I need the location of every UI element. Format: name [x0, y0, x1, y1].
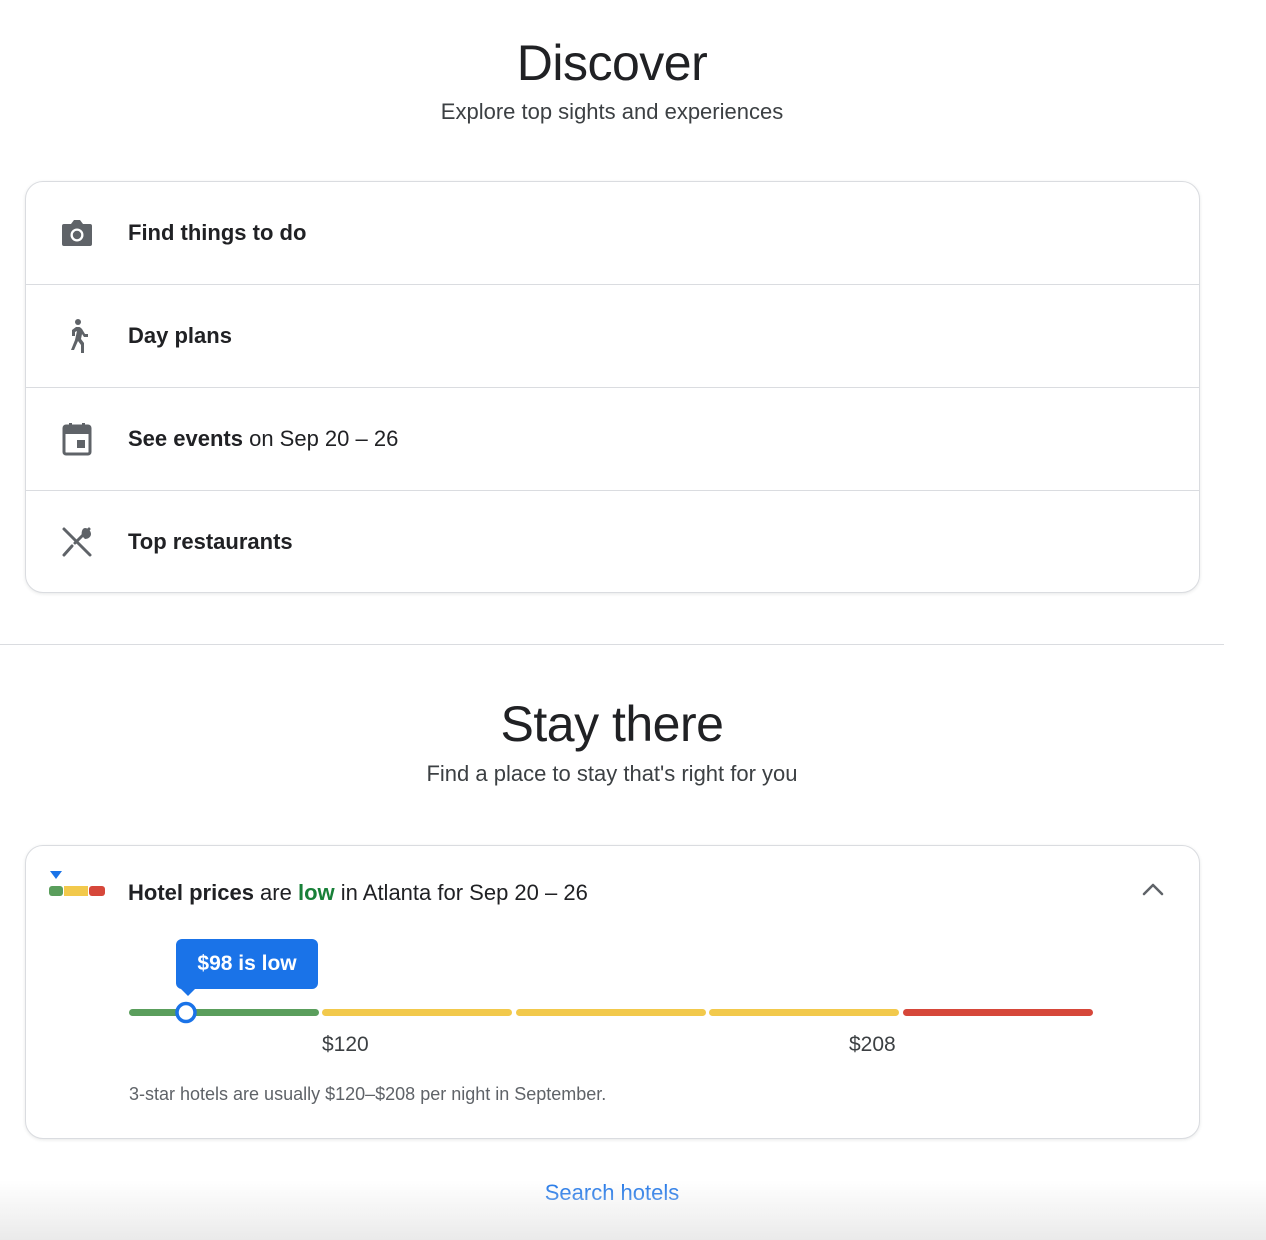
price-bar-typical-segment-3: [709, 1009, 899, 1016]
find-things-to-do-row[interactable]: Find things to do: [26, 182, 1199, 285]
typical-low-price-label: $120: [322, 1033, 369, 1056]
section-divider: [0, 644, 1224, 645]
current-price-marker: [175, 1001, 197, 1024]
price-bar-typical-segment-1: [322, 1009, 512, 1016]
hotel-prices-header: Hotel prices are low in Atlanta for Sep …: [128, 880, 588, 905]
stay-title: Stay there: [500, 696, 724, 752]
discover-card: Find things to do Day plans See events o…: [25, 181, 1200, 593]
discover-title: Discover: [516, 35, 708, 91]
typical-high-price-label: $208: [849, 1033, 896, 1056]
price-tooltip: $98 is low: [176, 939, 318, 989]
price-range-bar: [129, 1001, 1093, 1024]
calendar-event-icon: [59, 421, 95, 457]
price-bar-low-segment: [129, 1009, 319, 1016]
collapse-chevron-icon[interactable]: [1142, 882, 1164, 901]
see-events-row[interactable]: See events on Sep 20 – 26: [26, 388, 1199, 491]
hotel-price-note: 3-star hotels are usually $120–$208 per …: [129, 1084, 607, 1104]
price-bar-typical-segment-2: [516, 1009, 706, 1016]
discover-subtitle: Explore top sights and experiences: [440, 99, 784, 124]
search-hotels-link[interactable]: Search hotels: [0, 1180, 1224, 1206]
fork-knife-icon: [59, 524, 95, 560]
price-bar-high-segment: [903, 1009, 1093, 1016]
price-level-icon: [48, 870, 106, 905]
day-plans-label: Day plans: [128, 323, 232, 348]
top-restaurants-row[interactable]: Top restaurants: [26, 491, 1199, 592]
see-events-label: See events on Sep 20 – 26: [128, 426, 399, 451]
price-tooltip-arrow: [180, 988, 196, 996]
find-things-to-do-label: Find things to do: [128, 220, 307, 245]
walking-person-icon: [59, 318, 95, 354]
top-restaurants-label: Top restaurants: [128, 529, 293, 554]
stay-subtitle: Find a place to stay that's right for yo…: [426, 761, 798, 786]
hotel-prices-card: Hotel prices are low in Atlanta for Sep …: [25, 845, 1200, 1139]
day-plans-row[interactable]: Day plans: [26, 285, 1199, 388]
camera-icon: [59, 215, 95, 251]
